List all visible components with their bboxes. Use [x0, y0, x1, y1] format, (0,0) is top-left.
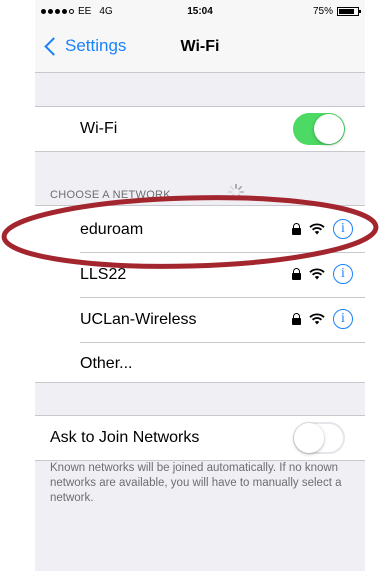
- info-icon[interactable]: i: [333, 309, 353, 329]
- wifi-signal-icon: [309, 313, 325, 325]
- network-status-icons: i: [292, 264, 353, 284]
- network-name: UCLan-Wireless: [80, 311, 197, 328]
- wifi-label: Wi-Fi: [80, 120, 118, 137]
- phone-screen: EE 4G 15:04 75% Settings Wi-Fi Wi-Fi CHO…: [35, 0, 365, 571]
- network-name: eduroam: [80, 221, 144, 238]
- wifi-signal-icon: [309, 223, 325, 235]
- networks-list: eduroam i LLS22 i UCLan-Wireless i Other…: [35, 205, 365, 383]
- battery-percent: 75%: [312, 6, 333, 17]
- network-name: LLS22: [80, 266, 127, 283]
- ask-join-label: Ask to Join Networks: [50, 429, 200, 446]
- status-right: 75%: [312, 6, 361, 17]
- ask-join-group: Ask to Join Networks: [35, 415, 365, 461]
- section-header-choose-network: CHOOSE A NETWORK...: [50, 189, 181, 201]
- status-bar: EE 4G 15:04 75%: [35, 0, 365, 22]
- network-row-uclan-wireless[interactable]: UCLan-Wireless i: [35, 298, 365, 342]
- network-status-icons: i: [292, 219, 353, 239]
- wifi-toggle[interactable]: [293, 113, 345, 145]
- info-icon[interactable]: i: [333, 219, 353, 239]
- ask-join-toggle[interactable]: [293, 422, 345, 454]
- navigation-bar: Settings Wi-Fi: [35, 22, 365, 73]
- other-network-label: Other...: [80, 355, 133, 372]
- ask-join-row: Ask to Join Networks: [35, 416, 365, 460]
- battery-icon: [337, 7, 361, 16]
- wifi-toggle-group: Wi-Fi: [35, 106, 365, 152]
- lock-icon: [292, 313, 301, 325]
- info-icon[interactable]: i: [333, 264, 353, 284]
- toggle-knob: [294, 423, 324, 453]
- page-title: Wi-Fi: [180, 38, 220, 55]
- lock-icon: [292, 268, 301, 280]
- network-row-eduroam[interactable]: eduroam i: [35, 208, 365, 252]
- network-status-icons: i: [292, 309, 353, 329]
- loading-spinner-icon: [227, 183, 245, 201]
- toggle-knob: [314, 114, 344, 144]
- wifi-row: Wi-Fi: [35, 107, 365, 151]
- wifi-signal-icon: [309, 268, 325, 280]
- network-row-lls22[interactable]: LLS22 i: [35, 253, 365, 297]
- ask-join-footer-text: Known networks will be joined automatica…: [50, 462, 342, 504]
- lock-icon: [292, 223, 301, 235]
- other-network-row[interactable]: Other...: [35, 338, 365, 382]
